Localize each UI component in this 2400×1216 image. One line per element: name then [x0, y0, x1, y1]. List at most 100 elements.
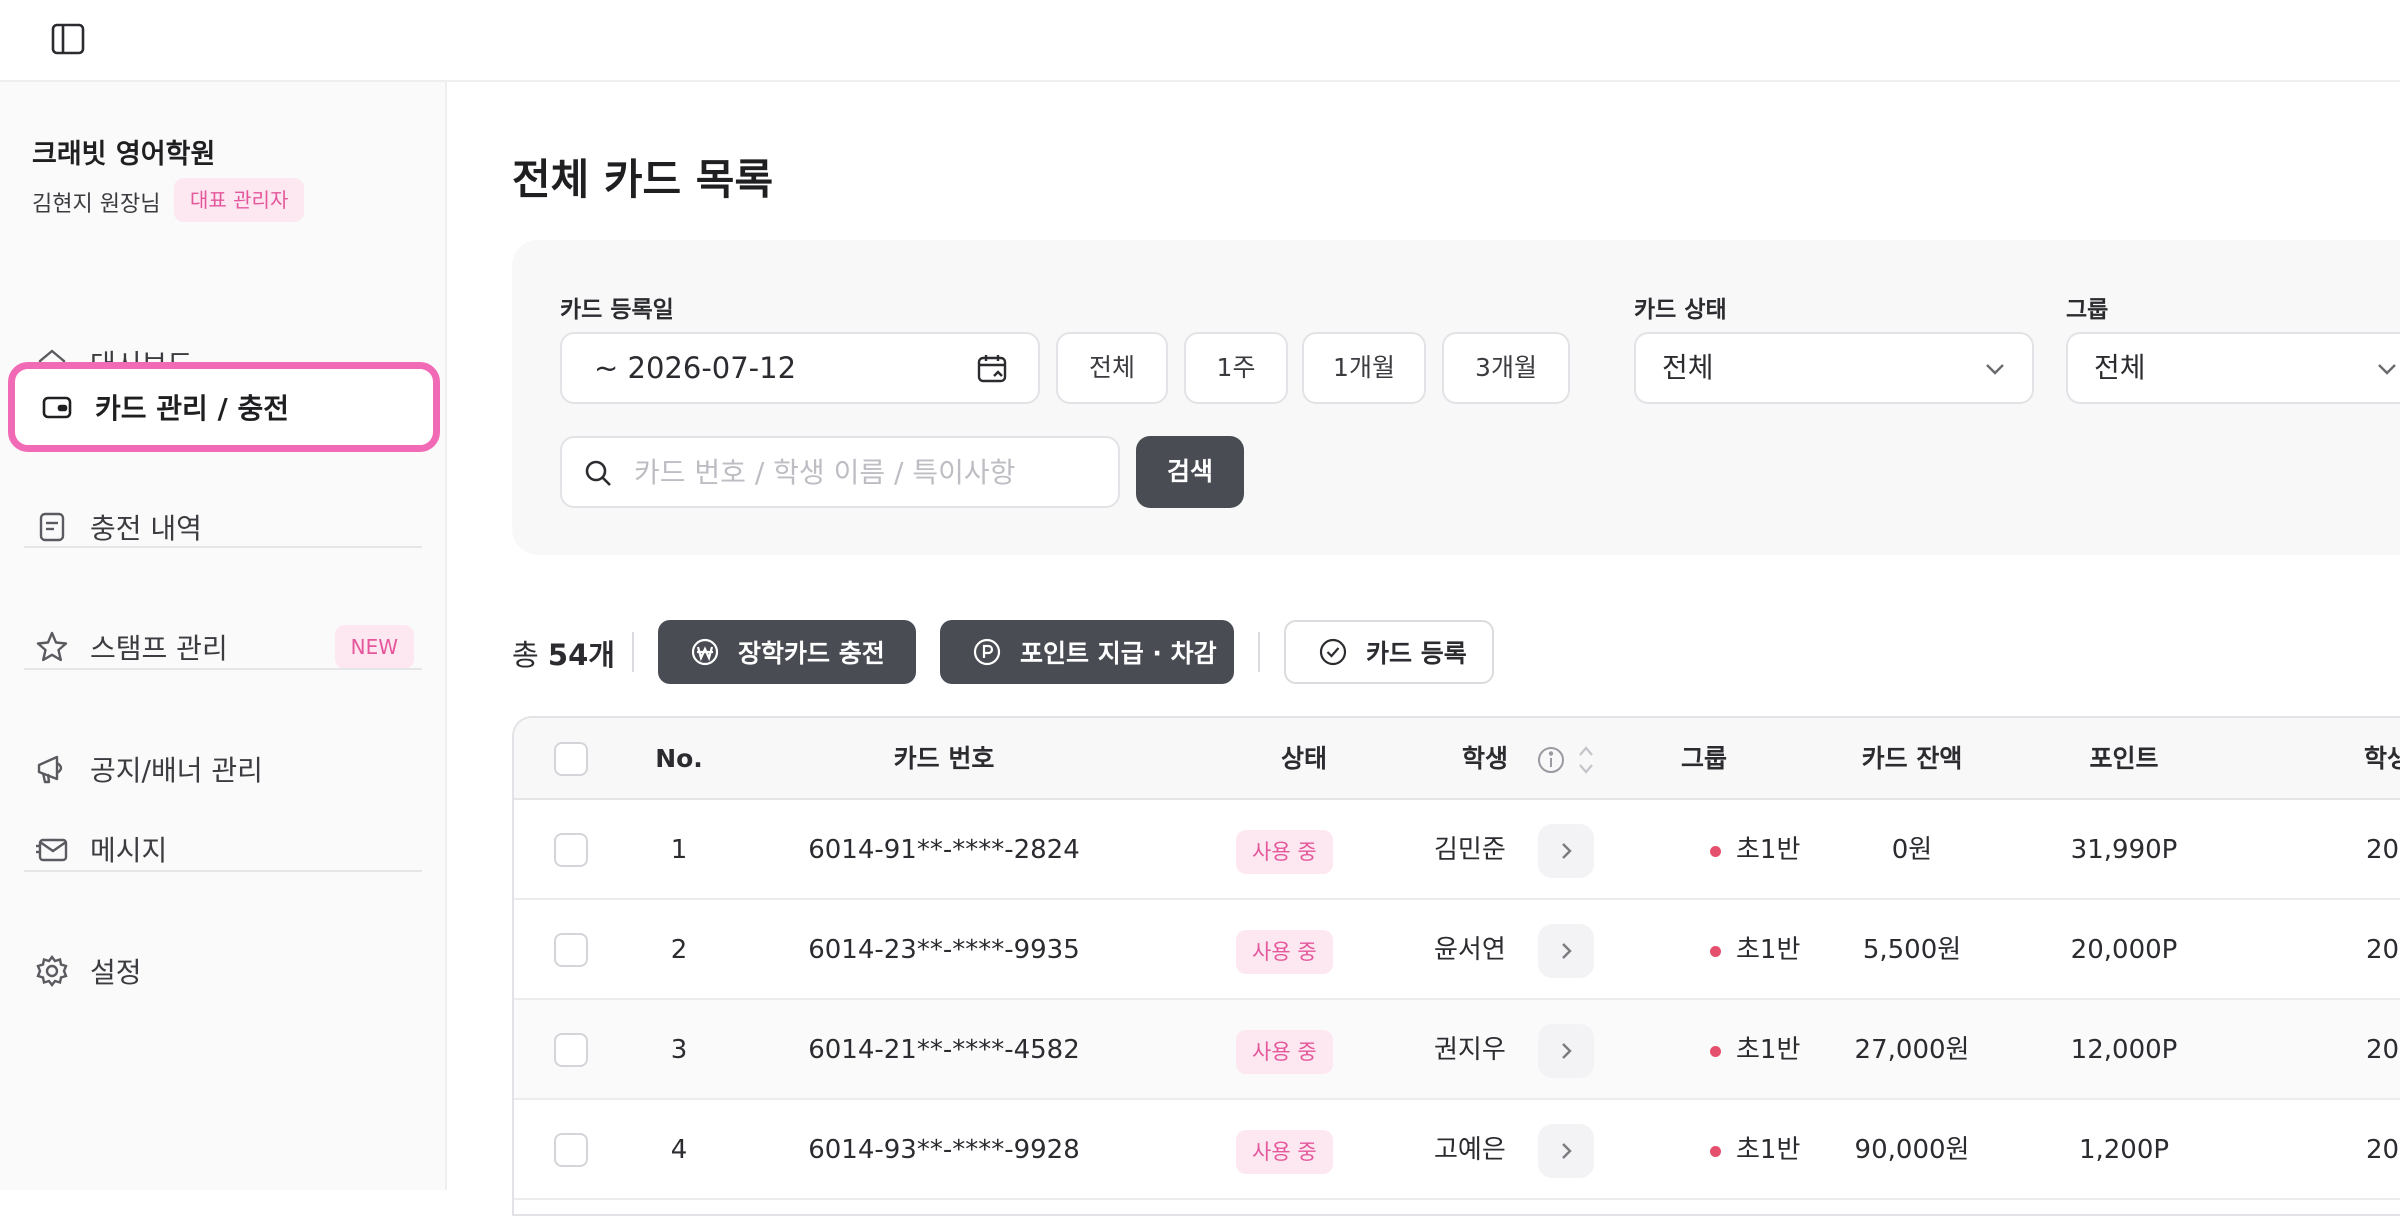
page-title: 전체 카드 목록 — [512, 155, 774, 204]
table-row[interactable]: 2 6014-23**-****-9935 사용 중 윤서연 초1반 5,500원 20,0… — [514, 900, 2400, 1000]
row-student: 윤서연 — [1434, 935, 1506, 965]
date-filter-label: 카드 등록일 — [560, 297, 674, 323]
charge-card-button[interactable]: 장학카드 충전 — [658, 620, 916, 684]
col-card-balance: 카드 잔액 — [1861, 744, 1963, 773]
sidebar-item-messages[interactable]: 메시지 — [8, 810, 440, 888]
date-range-input[interactable]: ~ 2026-07-12 — [560, 332, 1040, 404]
search-input[interactable] — [634, 450, 1094, 494]
gear-icon — [34, 953, 70, 989]
student-detail-button[interactable] — [1538, 1124, 1594, 1178]
status-select-value: 전체 — [1662, 351, 1714, 384]
row-student: 권지우 — [1434, 1035, 1506, 1065]
table-row[interactable]: 3 6014-21**-****-4582 사용 중 권지우 초1반 27,000원 12,… — [514, 1000, 2400, 1100]
point-icon — [972, 637, 1002, 667]
col-student[interactable]: 학생 — [1414, 718, 1614, 800]
sidebar-toggle-icon[interactable] — [50, 22, 86, 56]
period-chip-3months[interactable]: 3개월 — [1442, 332, 1570, 404]
student-detail-button[interactable] — [1538, 824, 1594, 878]
calendar-icon — [977, 355, 1007, 383]
sidebar-item-label: 카드 관리 / 충전 — [95, 392, 290, 425]
sidebar-divider — [24, 546, 422, 548]
sort-icon[interactable] — [1576, 742, 1596, 778]
row-checkbox[interactable] — [554, 833, 588, 867]
info-icon[interactable] — [1536, 745, 1566, 775]
chevron-right-icon — [1562, 943, 1572, 959]
toolbar-divider — [632, 632, 634, 672]
top-bar — [0, 0, 2400, 82]
row-card-number: 6014-23**-****-9935 — [808, 935, 1080, 965]
chevron-right-icon — [1562, 843, 1572, 859]
charge-button-label: 장학카드 충전 — [738, 639, 885, 668]
search-button[interactable]: 검색 — [1136, 436, 1244, 508]
status-badge: 사용 중 — [1236, 830, 1333, 874]
sidebar-item-settings[interactable]: 설정 — [8, 932, 440, 1010]
new-badge: NEW — [334, 625, 414, 669]
table-header: No. 카드 번호 상태 학생 그룹 카드 잔액 포인트 학생 — [514, 718, 2400, 800]
row-checkbox[interactable] — [554, 1133, 588, 1167]
status-filter-label: 카드 상태 — [1634, 297, 1727, 323]
row-card-number: 6014-91**-****-2824 — [808, 835, 1080, 865]
row-no: 1 — [670, 835, 688, 865]
sidebar-item-cards[interactable]: 카드 관리 / 충전 — [8, 362, 440, 452]
search-field[interactable] — [560, 436, 1120, 508]
user-name: 김현지 원장님 — [32, 192, 161, 217]
sidebar-item-charge-history[interactable]: 충전 내역 — [8, 488, 440, 566]
row-card-number: 6014-93**-****-9928 — [808, 1135, 1080, 1165]
star-icon — [34, 629, 70, 665]
group-dot — [1710, 946, 1721, 957]
org-name: 크래빗 영어학원 — [32, 139, 216, 170]
row-no: 4 — [670, 1135, 688, 1165]
row-balance: 90,000원 — [1854, 1135, 1970, 1165]
date-value: ~ 2026-07-12 — [594, 351, 797, 385]
period-chip-1month[interactable]: 1개월 — [1302, 332, 1426, 404]
status-badge: 사용 중 — [1236, 1030, 1333, 1074]
col-status: 상태 — [1280, 744, 1327, 773]
point-adjust-button[interactable]: 포인트 지급 · 차감 — [940, 620, 1234, 684]
row-extra: 202 — [2366, 835, 2400, 865]
row-balance: 27,000원 — [1854, 1035, 1970, 1065]
row-group: 초1반 — [1736, 835, 1801, 865]
row-group: 초1반 — [1736, 1135, 1801, 1165]
group-select[interactable]: 전체 — [2066, 332, 2400, 404]
sidebar-item-stamps[interactable]: 스탬프 관리 NEW — [8, 608, 440, 686]
row-points: 20,000P — [2070, 935, 2178, 965]
period-chip-1week[interactable]: 1주 — [1184, 332, 1288, 404]
search-icon — [585, 460, 611, 486]
student-detail-button[interactable] — [1538, 924, 1594, 978]
chevron-right-icon — [1562, 1043, 1572, 1059]
row-card-number: 6014-21**-****-4582 — [808, 1035, 1080, 1065]
sidebar-item-notices[interactable]: 공지/배너 관리 — [8, 730, 440, 808]
register-button-label: 카드 등록 — [1366, 639, 1467, 668]
total-count: 총 54개 — [512, 632, 615, 674]
table-row[interactable]: 4 6014-93**-****-9928 사용 중 고예은 초1반 90,000원 1,2… — [514, 1100, 2400, 1200]
status-select[interactable]: 전체 — [1634, 332, 2034, 404]
chevron-down-icon — [2378, 364, 2396, 375]
select-all-checkbox[interactable] — [554, 742, 588, 776]
row-points: 31,990P — [2070, 835, 2178, 865]
group-dot — [1710, 1046, 1721, 1057]
col-group: 그룹 — [1680, 744, 1727, 773]
row-extra: 202 — [2366, 1135, 2400, 1165]
card-table: No. 카드 번호 상태 학생 그룹 카드 잔액 포인트 학생 1 6014-91… — [512, 716, 2400, 1216]
row-group: 초1반 — [1736, 935, 1801, 965]
row-checkbox[interactable] — [554, 933, 588, 967]
row-checkbox[interactable] — [554, 1033, 588, 1067]
megaphone-icon — [34, 751, 70, 787]
col-card-number: 카드 번호 — [893, 744, 995, 773]
group-dot — [1710, 846, 1721, 857]
row-balance: 5,500원 — [1862, 935, 1962, 965]
toolbar-divider — [1258, 632, 1260, 672]
period-chip-all[interactable]: 전체 — [1056, 332, 1168, 404]
sidebar-item-label: 공지/배너 관리 — [90, 754, 263, 787]
table-row[interactable]: 1 6014-91**-****-2824 사용 중 김민준 초1반 0원 31,990P 2… — [514, 800, 2400, 900]
row-extra: 202 — [2366, 935, 2400, 965]
status-badge: 사용 중 — [1236, 1130, 1333, 1174]
point-button-label: 포인트 지급 · 차감 — [1020, 639, 1217, 668]
col-points: 포인트 — [2089, 744, 2159, 773]
won-icon — [690, 637, 720, 667]
register-card-button[interactable]: 카드 등록 — [1284, 620, 1494, 684]
row-points: 12,000P — [2070, 1035, 2178, 1065]
row-extra: 202 — [2366, 1035, 2400, 1065]
sidebar: 크래빗 영어학원 김현지 원장님 대표 관리자 대시보드 카드 관리 / 충전 … — [0, 82, 447, 1190]
student-detail-button[interactable] — [1538, 1024, 1594, 1078]
